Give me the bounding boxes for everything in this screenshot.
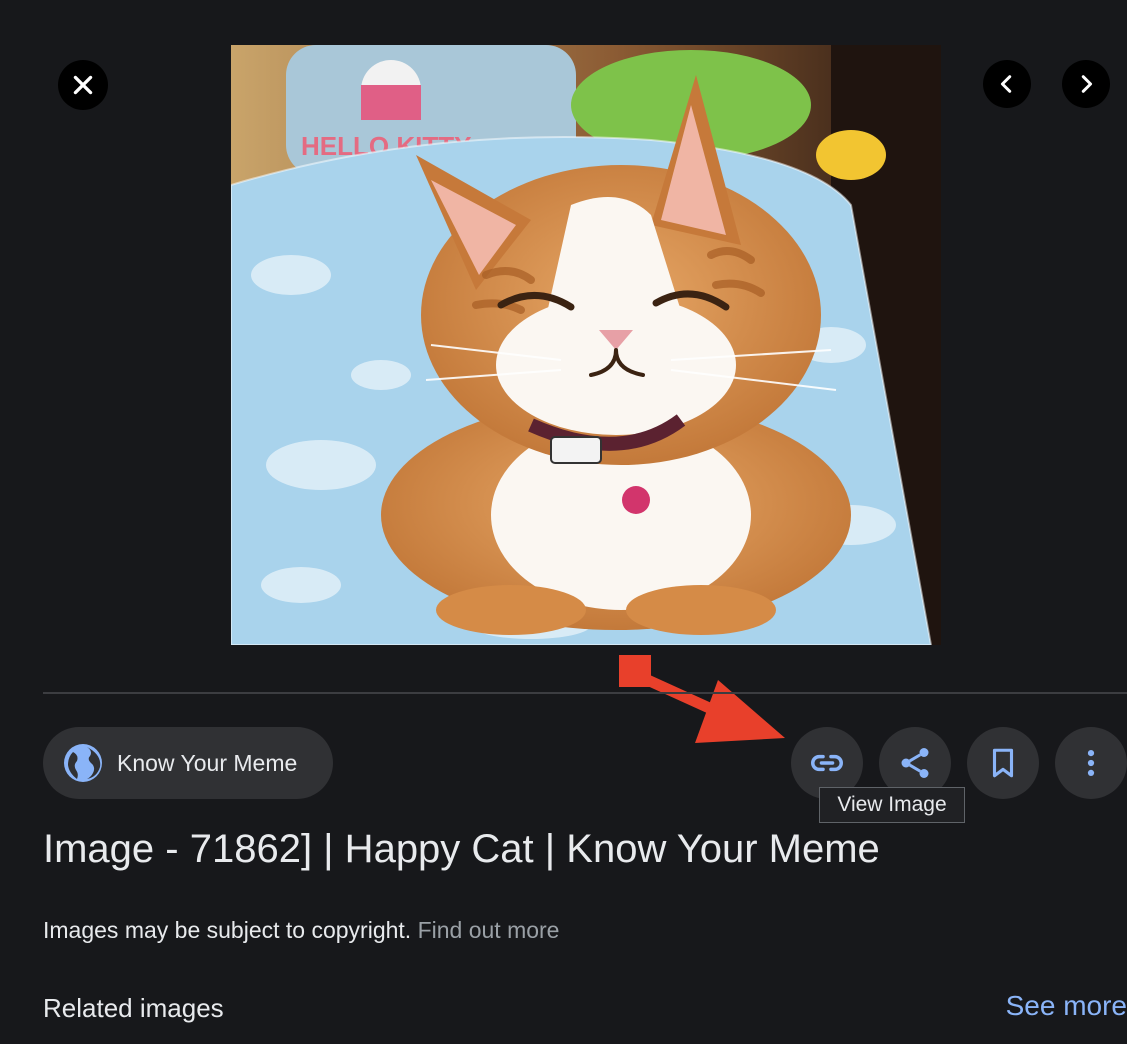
chevron-right-icon <box>1081 75 1093 93</box>
annotation-arrow-icon <box>644 674 785 743</box>
copyright-text: Images may be subject to copyright. <box>43 917 412 943</box>
find-out-more-link[interactable]: Find out more <box>418 917 560 943</box>
previous-image-button[interactable] <box>983 60 1031 108</box>
next-image-button[interactable] <box>1062 60 1110 108</box>
divider <box>43 692 1127 694</box>
related-images-heading: Related images <box>43 993 224 1023</box>
bookmark-icon <box>992 748 1014 778</box>
image-viewer-panel: HELLO KITTY Know Your Meme View Image Im… <box>0 0 1127 1044</box>
copyright-notice: Images may be subject to copyright. Find… <box>43 917 559 944</box>
image-title[interactable]: Image - 71862] | Happy Cat | Know Your M… <box>43 827 880 872</box>
source-site-label: Know Your Meme <box>117 749 298 776</box>
preview-image[interactable]: HELLO KITTY <box>231 45 941 645</box>
share-icon <box>901 748 929 778</box>
source-site-chip[interactable]: Know Your Meme <box>43 727 333 799</box>
more-vert-icon <box>1087 749 1095 777</box>
link-icon <box>811 754 843 772</box>
close-icon <box>73 75 93 95</box>
chevron-left-icon <box>1000 75 1012 93</box>
cat-photo: HELLO KITTY <box>231 45 941 645</box>
see-more-link[interactable]: See more <box>1006 990 1127 1022</box>
close-button[interactable] <box>58 60 108 110</box>
globe-icon <box>64 744 102 782</box>
view-image-tooltip: View Image <box>819 787 965 823</box>
more-options-button[interactable] <box>1055 727 1127 799</box>
save-button[interactable] <box>967 727 1039 799</box>
